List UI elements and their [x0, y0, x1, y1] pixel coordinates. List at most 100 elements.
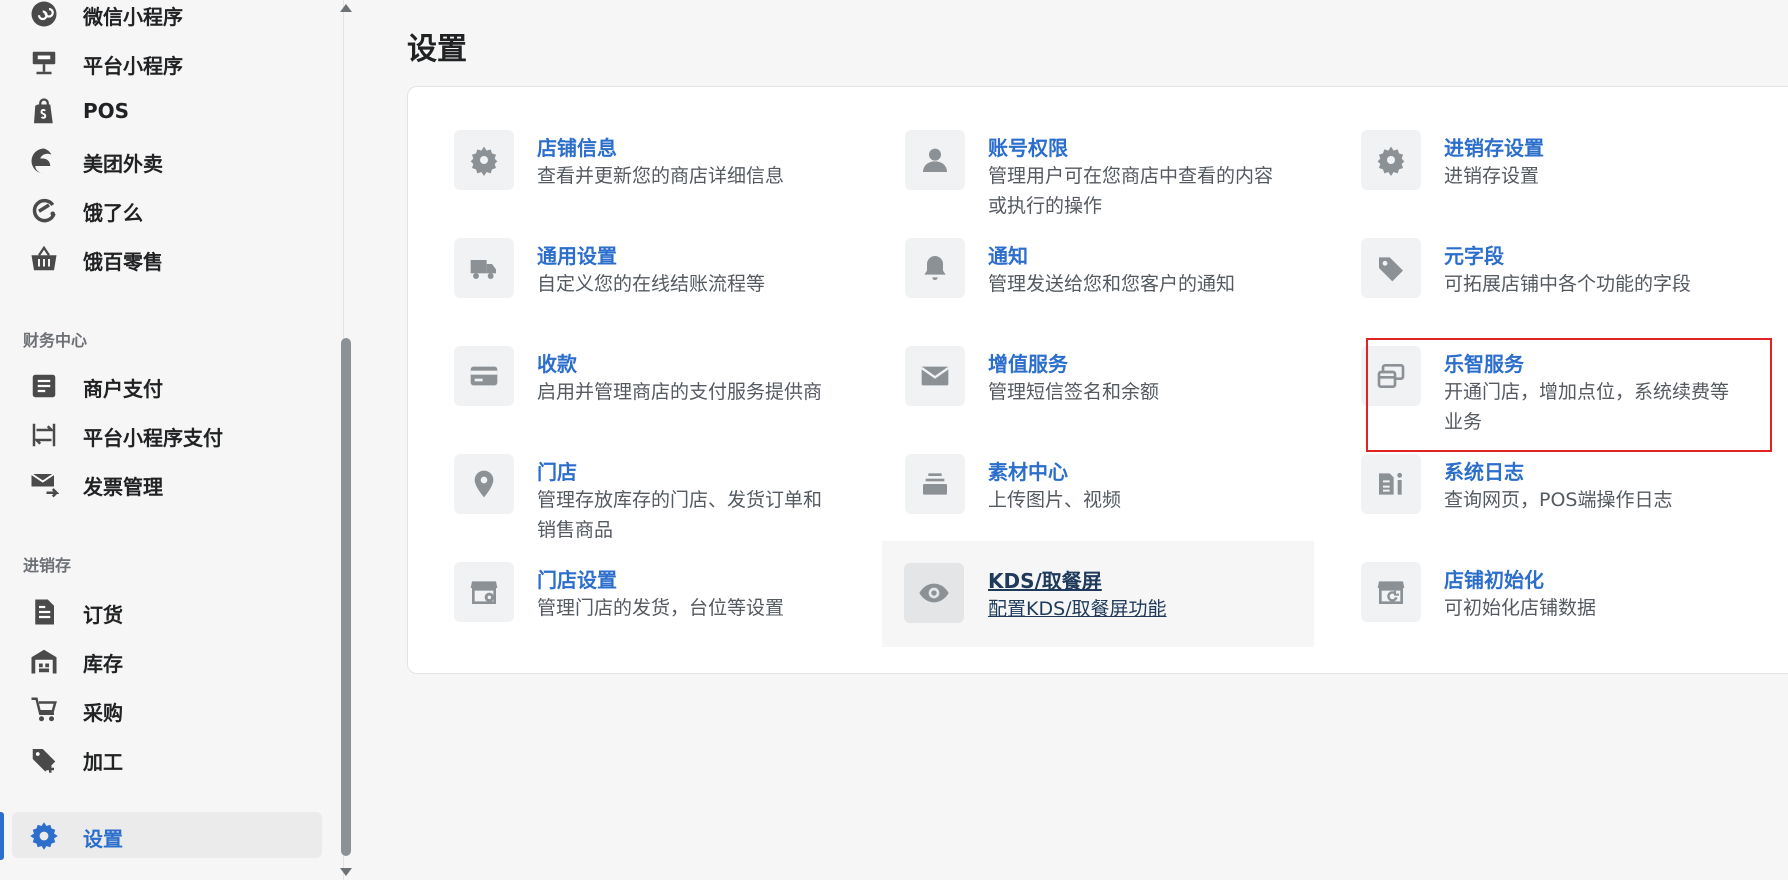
file-icon: [29, 597, 59, 627]
setting-desc: 管理发送给您和您客户的通知: [988, 273, 1236, 295]
setting-store-initialization[interactable]: 店铺初始化 可初始化店铺数据: [1313, 514, 1753, 622]
section-title-inventory: 进销存: [23, 556, 72, 575]
sidebar-item-eleme[interactable]: 饿了么: [12, 186, 322, 232]
setting-desc: 进销存设置: [1444, 165, 1540, 187]
page-title: 设置: [407, 32, 467, 67]
sidebar-item-ebai-retail[interactable]: 饿百零售: [12, 235, 322, 281]
stack-icon: [905, 454, 965, 514]
setting-title: 收款: [537, 352, 577, 376]
cart-icon: [29, 695, 59, 725]
mail-send-icon: [29, 469, 59, 499]
sidebar-item-label: 发票管理: [83, 475, 163, 499]
active-indicator: [0, 812, 4, 860]
basket-icon: [29, 244, 59, 274]
eye-icon: [904, 563, 964, 623]
setting-payments[interactable]: 收款 启用并管理商店的支付服务提供商: [406, 298, 846, 406]
document-icon: [29, 371, 59, 401]
sidebar-item-settings[interactable]: 设置: [12, 812, 322, 858]
setting-title: 账号权限: [988, 136, 1068, 160]
sidebar-item-label: 订货: [83, 603, 123, 627]
warehouse-icon: [29, 646, 59, 676]
credit-card-icon: [454, 346, 514, 406]
setting-desc: 可初始化店铺数据: [1444, 597, 1597, 619]
truck-icon: [454, 238, 514, 298]
setting-title: KDS/取餐屏: [988, 569, 1102, 593]
sidebar-item-label: 采购: [83, 701, 123, 725]
setting-title: 元字段: [1444, 244, 1504, 268]
log-icon: [1361, 454, 1421, 514]
tag-icon: [1361, 238, 1421, 298]
setting-inventory[interactable]: 进销存设置 进销存设置: [1313, 82, 1753, 190]
setting-desc: 管理门店的发货，台位等设置: [537, 597, 785, 619]
sidebar-item-label: 商户支付: [83, 377, 163, 401]
sidebar-item-label: 饿百零售: [83, 250, 163, 274]
sidebar-item-purchase[interactable]: 采购: [12, 686, 322, 732]
transfer-icon: [29, 420, 59, 450]
setting-desc: 配置KDS/取餐屏功能: [988, 598, 1167, 620]
meituan-icon: [29, 146, 59, 176]
scroll-up-arrow-icon[interactable]: [340, 4, 352, 12]
wechat-mini-program-icon: [29, 0, 59, 29]
sidebar-item-label: 设置: [83, 827, 123, 851]
setting-title: 门店: [537, 460, 577, 484]
sidebar: 微信小程序 平台小程序 POS 美团外卖 饿了么 饿百零售 财务中心 商户支付 …: [0, 0, 352, 880]
envelope-icon: [905, 346, 965, 406]
sidebar-item-processing[interactable]: 加工: [12, 735, 322, 781]
sidebar-item-label: 饿了么: [83, 201, 143, 225]
setting-value-added-services[interactable]: 增值服务 管理短信签名和余额: [857, 298, 1297, 406]
sidebar-item-ordering[interactable]: 订货: [12, 588, 322, 634]
setting-title: 店铺信息: [537, 136, 617, 160]
store-gear-icon: [454, 130, 514, 190]
sidebar-item-invoice-management[interactable]: 发票管理: [12, 460, 322, 506]
platform-mini-program-icon: [29, 48, 59, 78]
setting-desc: 管理短信签名和余额: [988, 381, 1160, 403]
sidebar-item-platform-payment[interactable]: 平台小程序支付: [12, 411, 322, 457]
setting-stores[interactable]: 门店 管理存放库存的门店、发货订单和销售商品: [406, 406, 846, 541]
sidebar-item-label: 美团外卖: [83, 152, 163, 176]
setting-title: 通用设置: [537, 244, 617, 268]
tag-plus-icon: [29, 744, 59, 774]
setting-desc: 自定义您的在线结账流程等: [537, 273, 766, 295]
setting-desc: 可拓展店铺中各个功能的字段: [1444, 273, 1692, 295]
sidebar-item-label: 加工: [83, 750, 123, 774]
setting-title: 系统日志: [1444, 460, 1524, 484]
setting-store-settings[interactable]: 门店设置 管理门店的发货，台位等设置: [406, 514, 846, 622]
sidebar-nav: 微信小程序 平台小程序 POS 美团外卖 饿了么 饿百零售 财务中心 商户支付 …: [0, 0, 330, 880]
setting-title: 进销存设置: [1444, 136, 1544, 160]
setting-store-info[interactable]: 店铺信息 查看并更新您的商店详细信息: [406, 82, 846, 190]
scroll-down-arrow-icon[interactable]: [340, 868, 352, 876]
sidebar-item-stock[interactable]: 库存: [12, 637, 322, 683]
setting-kds[interactable]: KDS/取餐屏 配置KDS/取餐屏功能: [882, 541, 1314, 647]
setting-notifications[interactable]: 通知 管理发送给您和您客户的通知: [857, 190, 1297, 298]
store-settings-icon: [454, 562, 514, 622]
setting-media-center[interactable]: 素材中心 上传图片、视频: [857, 406, 1297, 514]
gear-icon: [1361, 130, 1421, 190]
sidebar-item-label: 平台小程序: [83, 54, 183, 78]
setting-desc: 查询网页，POS端操作日志: [1444, 489, 1673, 511]
setting-desc: 上传图片、视频: [988, 489, 1122, 511]
setting-general[interactable]: 通用设置 自定义您的在线结账流程等: [406, 190, 846, 298]
scroll-thumb[interactable]: [341, 338, 351, 856]
location-icon: [454, 454, 514, 514]
setting-title: 增值服务: [988, 352, 1068, 376]
setting-account-permissions[interactable]: 账号权限 管理用户可在您商店中查看的内容或执行的操作: [857, 82, 1297, 217]
sidebar-item-label: 平台小程序支付: [83, 426, 223, 450]
setting-title: 门店设置: [537, 568, 617, 592]
section-title-finance: 财务中心: [23, 331, 88, 350]
store-reset-icon: [1361, 562, 1421, 622]
eleme-icon: [29, 195, 59, 225]
setting-title: 店铺初始化: [1444, 568, 1544, 592]
setting-metafields[interactable]: 元字段 可拓展店铺中各个功能的字段: [1313, 190, 1753, 298]
sidebar-item-label: 库存: [83, 652, 123, 676]
sidebar-item-platform-mini-program[interactable]: 平台小程序: [12, 39, 322, 85]
setting-desc: 启用并管理商店的支付服务提供商: [537, 381, 823, 403]
sidebar-item-wechat-mini-program[interactable]: 微信小程序: [12, 0, 322, 36]
bell-icon: [905, 238, 965, 298]
sidebar-scrollbar[interactable]: [334, 0, 358, 880]
user-icon: [905, 130, 965, 190]
sidebar-item-pos[interactable]: POS: [12, 88, 322, 134]
setting-title: 素材中心: [988, 460, 1068, 484]
sidebar-item-meituan[interactable]: 美团外卖: [12, 137, 322, 183]
sidebar-item-merchant-payment[interactable]: 商户支付: [12, 362, 322, 408]
pos-bag-icon: [29, 97, 59, 127]
